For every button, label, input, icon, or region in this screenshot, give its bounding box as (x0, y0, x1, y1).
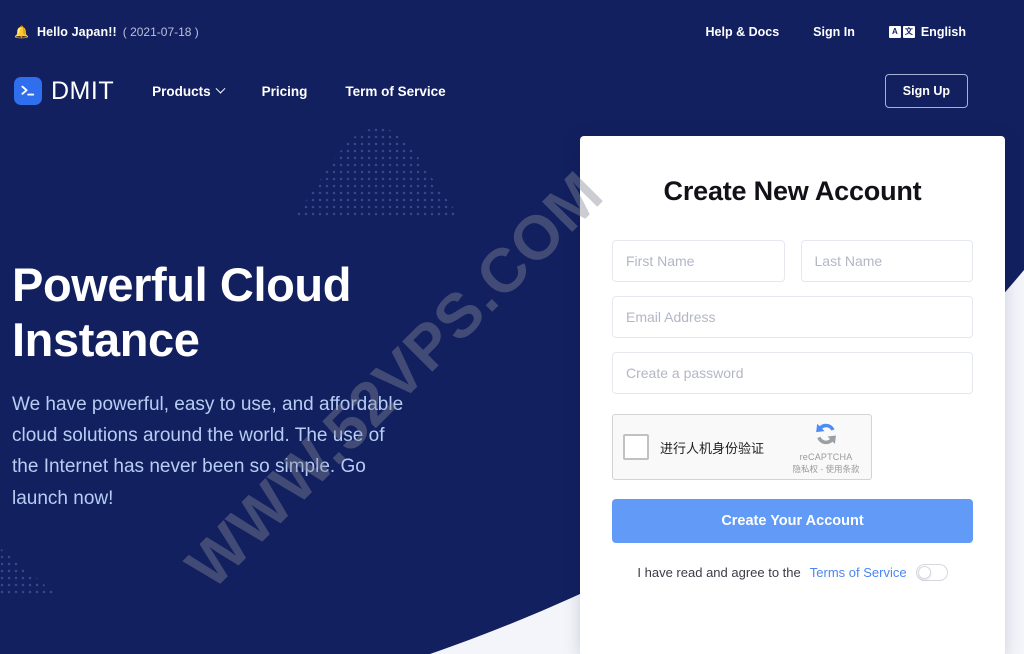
recaptcha-checkbox[interactable] (623, 434, 649, 460)
language-icon-cjk: 文 (903, 26, 915, 38)
chevron-down-icon (215, 83, 225, 93)
nav-item-pricing[interactable]: Pricing (262, 84, 308, 99)
top-utility-bar: 🔔 Hello Japan!! ( 2021-07-18 ) Help & Do… (0, 0, 1024, 64)
nav-item-products[interactable]: Products (152, 84, 224, 99)
create-account-card: Create New Account 进行人机身份验证 reCAPTCHA 隐私… (580, 136, 1005, 654)
terms-of-service-link[interactable]: Terms of Service (810, 565, 907, 580)
recaptcha-icon (811, 420, 841, 446)
hero-title-line2: Instance (12, 313, 200, 366)
main-navbar: DMIT Products Pricing Term of Service Si… (0, 64, 1024, 118)
recaptcha-branding: reCAPTCHA 隐私权 - 使用条款 (789, 420, 863, 475)
nav-item-term-of-service[interactable]: Term of Service (345, 84, 445, 99)
announcement-text: Hello Japan!! (37, 25, 117, 39)
password-input[interactable] (612, 352, 973, 394)
help-and-docs-link[interactable]: Help & Docs (706, 25, 780, 39)
sign-in-link[interactable]: Sign In (813, 25, 855, 39)
brand-logo[interactable]: DMIT (14, 77, 114, 106)
recaptcha-label: 进行人机身份验证 (660, 438, 764, 457)
recaptcha-widget[interactable]: 进行人机身份验证 reCAPTCHA 隐私权 - 使用条款 (612, 414, 872, 480)
brand-name: DMIT (51, 77, 114, 106)
announcement: 🔔 Hello Japan!! ( 2021-07-18 ) (14, 25, 199, 39)
agreement-toggle[interactable] (916, 564, 948, 581)
card-title: Create New Account (612, 176, 973, 207)
hero-title: Powerful Cloud Instance (12, 258, 482, 367)
recaptcha-brand-text: reCAPTCHA (789, 452, 863, 462)
top-utility-links: Help & Docs Sign In A 文 English (706, 25, 1008, 39)
nav-item-products-label: Products (152, 84, 211, 99)
agreement-text: I have read and agree to the (637, 565, 800, 580)
language-label: English (921, 25, 966, 39)
sign-up-button[interactable]: Sign Up (885, 74, 968, 108)
hero-title-line1: Powerful Cloud (12, 258, 351, 311)
language-icon-latin: A (889, 26, 901, 38)
announcement-date: ( 2021-07-18 ) (123, 25, 199, 39)
agreement-toggle-knob (918, 566, 931, 579)
page-root: 🔔 Hello Japan!! ( 2021-07-18 ) Help & Do… (0, 0, 1024, 654)
first-name-input[interactable] (612, 240, 785, 282)
language-icon: A 文 (889, 26, 915, 38)
email-input[interactable] (612, 296, 973, 338)
nav-links: Products Pricing Term of Service (152, 84, 446, 99)
last-name-input[interactable] (801, 240, 974, 282)
hero-subtitle: We have powerful, easy to use, and affor… (12, 389, 412, 514)
terms-agreement-row: I have read and agree to the Terms of Se… (612, 564, 973, 581)
name-row (612, 240, 973, 296)
bell-icon: 🔔 (14, 25, 29, 39)
hero-copy: Powerful Cloud Instance We have powerful… (12, 258, 482, 514)
language-switcher[interactable]: A 文 English (889, 25, 966, 39)
terminal-prompt-icon (14, 77, 42, 105)
recaptcha-terms-text: 隐私权 - 使用条款 (789, 463, 863, 475)
create-account-button[interactable]: Create Your Account (612, 499, 973, 543)
